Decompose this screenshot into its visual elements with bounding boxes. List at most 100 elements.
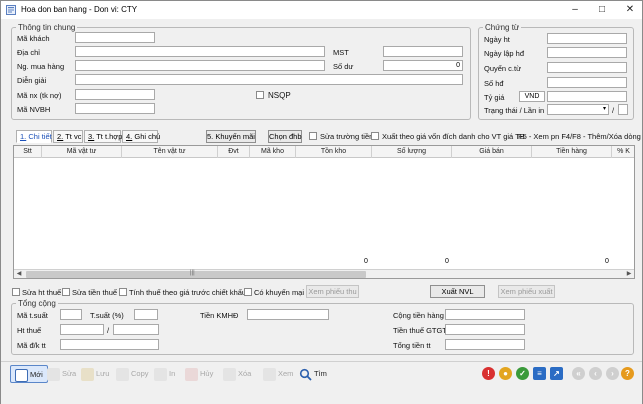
tax-code-input[interactable] (383, 46, 463, 57)
payment-term-input[interactable] (60, 339, 159, 350)
grid-header: Stt Mã vật tư Tên vật tư Đvt Mã kho Tồn … (14, 146, 634, 158)
scroll-left-icon[interactable]: ◀ (14, 270, 24, 278)
exchange-rate-label: Tỷ giá (484, 93, 505, 102)
detail-grid[interactable]: Stt Mã vật tư Tên vật tư Đvt Mã kho Tồn … (13, 145, 635, 279)
tax-account-label: Ht thuế (17, 326, 42, 335)
invoice-number-input[interactable] (547, 77, 627, 88)
tax-rate-label: T.suất (%) (90, 311, 124, 320)
promotion-button[interactable]: 5. Khuyến mãi (206, 130, 256, 143)
status-print-label: Trạng thái / Lần in (484, 106, 545, 115)
first-page-icon[interactable]: « (572, 367, 585, 380)
copy-button-label: Copy (131, 369, 149, 378)
edit-tax-account-checkbox[interactable] (12, 288, 20, 296)
nsqp-label: NSQP (268, 91, 291, 100)
debit-account-input[interactable] (75, 89, 155, 100)
col-ma-kho[interactable]: Mã kho (250, 146, 296, 158)
promo-amount-input[interactable] (247, 309, 329, 320)
salesperson-input[interactable] (75, 103, 155, 114)
print-count-input[interactable] (618, 104, 628, 115)
list-icon[interactable]: ≡ (533, 367, 546, 380)
specific-cost-label: Xuất theo giá vốn đích danh cho VT giá T… (382, 132, 525, 141)
cancel-button-label: Hủy (200, 369, 214, 378)
posting-date-input[interactable] (547, 33, 627, 44)
customer-code-input[interactable] (75, 32, 155, 43)
col-ma-vat-tu[interactable]: Mã vật tư (42, 146, 122, 158)
subtotal-input[interactable] (445, 309, 525, 320)
edit-amount-checkbox[interactable] (309, 132, 317, 140)
tab-chi-tiet[interactable]: 1. Chi tiết (16, 130, 52, 143)
print-button[interactable]: In (154, 365, 175, 383)
search-button-label: Tìm (314, 369, 327, 378)
col-so-luong[interactable]: Số lượng (372, 146, 452, 158)
edit-button[interactable]: Sửa (47, 365, 76, 383)
close-icon[interactable]: ✕ (619, 2, 641, 18)
tab-tt-vc[interactable]: 2. Tt vc (53, 130, 83, 143)
tab-tt-vc-label: Tt vc (65, 132, 82, 141)
address-input[interactable] (75, 46, 325, 57)
balance-input[interactable]: 0 (383, 60, 463, 71)
has-promotion-checkbox[interactable] (244, 288, 252, 296)
tab-ghi-chu[interactable]: 4. Ghi chú (122, 130, 160, 143)
tax-account-input[interactable] (60, 324, 104, 335)
export-material-button[interactable]: Xuất NVL (430, 285, 485, 298)
cancel-icon (185, 367, 198, 381)
voucher-book-input[interactable] (547, 62, 627, 73)
save-button[interactable]: Lưu (81, 365, 109, 383)
customer-code-label: Mã khách (17, 34, 50, 43)
col-tien-hang[interactable]: Tiền hàng (532, 146, 612, 158)
buyer-input[interactable] (75, 60, 325, 71)
col-ten-vat-tu[interactable]: Tên vật tư (122, 146, 218, 158)
col-pct-k[interactable]: % K (612, 146, 634, 158)
copy-button[interactable]: Copy (116, 365, 149, 383)
maximize-icon[interactable]: □ (591, 2, 613, 18)
export-icon[interactable]: ↗ (550, 367, 563, 380)
view-issue-slip-button[interactable]: Xem phiếu xuất (498, 285, 555, 298)
balance-label: Số dư (333, 62, 354, 71)
prev-page-icon[interactable]: ‹ (589, 367, 602, 380)
settings-icon[interactable]: ● (499, 367, 512, 380)
voucher-book-label: Quyển c.từ (484, 64, 522, 73)
minimize-icon[interactable]: – (564, 2, 586, 18)
status-select[interactable]: ▾ (547, 104, 609, 115)
delete-button[interactable]: Xóa (223, 365, 251, 383)
tax-rate-code-input[interactable] (60, 309, 82, 320)
choose-order-button[interactable]: Chọn đhb (268, 130, 302, 143)
note-icon[interactable]: ✓ (516, 367, 529, 380)
next-page-icon[interactable]: › (606, 367, 619, 380)
col-dvt[interactable]: Đvt (218, 146, 250, 158)
view-button[interactable]: Xem (263, 365, 293, 383)
scroll-right-icon[interactable]: ▶ (624, 270, 634, 278)
search-button[interactable]: Tìm (299, 365, 327, 383)
horizontal-scrollbar[interactable]: ◀ ||| ▶ (14, 269, 634, 278)
tax-rate-input[interactable] (134, 309, 158, 320)
tax-before-discount-checkbox[interactable] (119, 288, 127, 296)
address-label: Địa chỉ (17, 48, 40, 57)
nsqp-checkbox[interactable] (256, 91, 264, 99)
currency-input[interactable]: VND (519, 91, 545, 102)
specific-cost-checkbox[interactable] (371, 132, 379, 140)
cancel-button[interactable]: Hủy (185, 365, 213, 383)
search-icon (299, 368, 312, 381)
info-icon[interactable]: ! (482, 367, 495, 380)
exchange-rate-input[interactable] (547, 91, 627, 102)
tax-account-2-input[interactable] (113, 324, 159, 335)
col-gia-ban[interactable]: Giá bán (452, 146, 532, 158)
tab-tt-thop[interactable]: 3. Tt t.hợp (84, 130, 122, 143)
vat-amount-input[interactable] (445, 324, 525, 335)
vat-amount-label: Tiền thuế GTGT (393, 326, 447, 335)
col-stt[interactable]: Stt (14, 146, 42, 158)
invoice-date-input[interactable] (547, 47, 627, 58)
edit-tax-amount-checkbox[interactable] (62, 288, 70, 296)
tax-code-label: MST (333, 48, 349, 57)
view-receipt-button[interactable]: Xem phiếu thu (306, 285, 359, 298)
chevron-down-icon: ▾ (602, 106, 606, 112)
total-amount: 0 (605, 258, 609, 265)
help-icon[interactable]: ? (621, 367, 634, 380)
buyer-label: Ng. mua hàng (17, 62, 65, 71)
scroll-thumb[interactable]: ||| (26, 270, 366, 278)
col-ton-kho[interactable]: Tồn kho (296, 146, 372, 158)
description-input[interactable] (75, 74, 463, 85)
shortcut-hint: F5 - Xem pn F4/F8 - Thêm/Xóa dòng (518, 132, 641, 141)
new-button[interactable]: Mới (10, 365, 48, 383)
grand-total-input[interactable] (445, 339, 525, 350)
